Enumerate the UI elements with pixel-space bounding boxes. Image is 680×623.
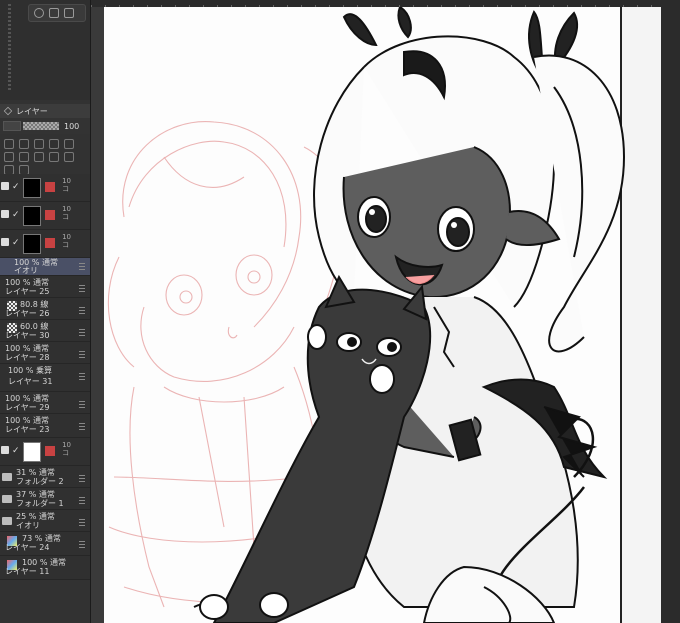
panel-grip[interactable] (8, 4, 11, 92)
layer-copy-icon[interactable] (49, 8, 59, 18)
layer-row[interactable]: 60.0 線 レイヤー 30 (0, 320, 90, 342)
layer-thumbnail (23, 178, 41, 198)
menu-icon[interactable] (79, 423, 85, 430)
menu-icon[interactable] (79, 401, 85, 408)
eye-icon[interactable] (1, 238, 9, 246)
eye-icon[interactable] (1, 210, 9, 218)
menu-icon[interactable] (79, 329, 85, 336)
layer-name: イオリ (14, 266, 38, 275)
tool-options (28, 4, 86, 22)
layer-row[interactable]: ✓ 10 コ (0, 230, 90, 258)
layer-row[interactable]: 80.8 線 レイヤー 26 (0, 298, 90, 320)
layers-icon (3, 106, 13, 116)
right-scroll-area[interactable] (661, 0, 680, 623)
layer-row-selected[interactable]: 100 % 通常 イオリ (0, 258, 90, 276)
folder-row[interactable]: 31 % 通常 フォルダー 2 (0, 466, 90, 488)
menu-icon[interactable] (79, 307, 85, 314)
layer-panel-header: レイヤー (0, 104, 90, 118)
layer-opacity: 10 (62, 233, 71, 241)
layer-opacity: 10 (62, 205, 71, 213)
blend-mode-select[interactable] (3, 121, 21, 131)
clip-studio-window: レイヤー 100 ✓ 10 コ ✓ 10 コ ✓ 10 コ 100 % 通常 イ… (0, 0, 680, 623)
check-icon[interactable]: ✓ (12, 210, 20, 220)
mask-icon (45, 182, 55, 192)
folder-icon (2, 517, 12, 525)
layer-tool-icons (0, 136, 90, 175)
menu-icon[interactable] (79, 497, 85, 504)
merge-icon[interactable] (49, 152, 59, 162)
panel-divider[interactable] (91, 0, 104, 623)
eye-icon[interactable] (1, 446, 9, 454)
eye-icon[interactable] (1, 182, 9, 190)
reference-icon[interactable] (19, 139, 29, 149)
new-layer-icon[interactable] (19, 152, 29, 162)
drawing-canvas[interactable] (104, 7, 661, 623)
menu-icon[interactable] (79, 285, 85, 292)
layer-row[interactable]: 100 % 通常 レイヤー 28 (0, 342, 90, 364)
layer-thumbnail (23, 206, 41, 226)
top-ruler (91, 0, 680, 7)
layer-thumbnail (23, 442, 41, 462)
layer-row[interactable]: 100 % 乗算 レイヤー 31 (0, 364, 90, 392)
layer-row[interactable]: ✓ 10 コ (0, 202, 90, 230)
layer-row[interactable]: ✓ 10 コ (0, 438, 90, 466)
lock-icon[interactable] (34, 139, 44, 149)
menu-icon[interactable] (79, 541, 85, 548)
layer-opacity: 10 (62, 177, 71, 185)
lock-transparency-icon[interactable] (49, 139, 59, 149)
layer-row[interactable]: ✓ 10 コ (0, 174, 90, 202)
circle-icon[interactable] (34, 8, 44, 18)
layer-row[interactable]: 100 % 通常 レイヤー 25 (0, 276, 90, 298)
check-icon[interactable]: ✓ (12, 182, 20, 192)
tool-property-area (0, 0, 90, 100)
opacity-value[interactable]: 100 (64, 122, 79, 131)
layer-thumbnail (23, 234, 41, 254)
duplicate-icon[interactable] (64, 152, 74, 162)
mask-icon[interactable] (64, 139, 74, 149)
layer-row[interactable]: 100 % 通常 レイヤー 29 (0, 392, 90, 414)
menu-icon[interactable] (79, 263, 85, 270)
folder-icon (2, 473, 12, 481)
artwork (107, 7, 661, 623)
menu-icon[interactable] (79, 373, 85, 380)
mask-icon (45, 238, 55, 248)
mask-icon (45, 210, 55, 220)
mask-icon (45, 446, 55, 456)
check-icon[interactable]: ✓ (12, 238, 20, 248)
layer-row[interactable]: 73 % 通常 レイヤー 24 (0, 532, 90, 556)
new-folder-icon[interactable] (34, 152, 44, 162)
menu-icon[interactable] (79, 475, 85, 482)
layer-panel-title: レイヤー (16, 106, 48, 116)
blend-opacity-controls: 100 (0, 118, 90, 134)
ruler-icon[interactable] (4, 152, 14, 162)
layer-list: ✓ 10 コ ✓ 10 コ ✓ 10 コ 100 % 通常 イオリ 100 % 通常 (0, 174, 90, 580)
menu-icon[interactable] (79, 351, 85, 358)
menu-icon[interactable] (79, 519, 85, 526)
layer-row[interactable]: 100 % 通常 レイヤー 11 (0, 556, 90, 580)
folder-icon (2, 495, 12, 503)
settings-icon[interactable] (64, 8, 74, 18)
folder-row[interactable]: 25 % 通常 イオリ (0, 510, 90, 532)
layer-row[interactable]: 100 % 通常 レイヤー 23 (0, 414, 90, 438)
opacity-slider[interactable] (23, 122, 59, 130)
folder-row[interactable]: 37 % 通常 フォルダー 1 (0, 488, 90, 510)
clip-icon[interactable] (4, 139, 14, 149)
layer-panel: レイヤー 100 ✓ 10 コ ✓ 10 コ ✓ 10 コ 100 % 通常 イ… (0, 0, 91, 623)
check-icon[interactable]: ✓ (12, 446, 20, 456)
